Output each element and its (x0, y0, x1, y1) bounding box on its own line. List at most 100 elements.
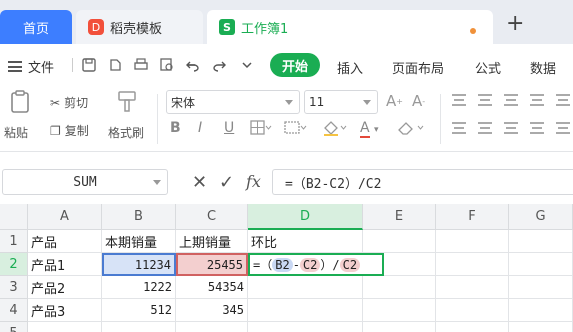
tab-insert[interactable]: 插入 (337, 58, 363, 77)
cell-f2[interactable] (436, 253, 509, 276)
format-painter-icon[interactable] (116, 90, 138, 114)
cut-button[interactable]: ✂ 剪切 (50, 94, 88, 111)
insert-function-icon[interactable]: fx (246, 172, 261, 191)
new-tab-plus-icon[interactable]: + (506, 13, 524, 35)
font-size-select[interactable]: 11 (304, 90, 378, 114)
tab-template[interactable]: D 稻壳模板 (76, 10, 203, 44)
cell-g3[interactable] (509, 276, 573, 299)
cell-f1[interactable] (436, 230, 509, 253)
cell-c4[interactable]: 345 (176, 299, 248, 322)
tab-data[interactable]: 数据 (530, 58, 556, 77)
column-header-g[interactable]: G (509, 204, 573, 230)
cell-style-icon[interactable] (284, 120, 308, 140)
justify-icon[interactable] (530, 122, 544, 134)
paste-button[interactable]: 粘贴 (4, 124, 28, 141)
font-color-button[interactable]: A ▾ (360, 120, 379, 138)
cell-c3[interactable]: 54354 (176, 276, 248, 299)
underline-button[interactable]: U (224, 120, 234, 136)
italic-button[interactable]: I (198, 120, 202, 136)
redo-icon[interactable] (210, 56, 228, 74)
cell-d2-editing[interactable]: =（ B2 - C2 ）/ C2 (248, 253, 384, 276)
cell-e5[interactable] (363, 322, 436, 332)
cell-f5[interactable] (436, 322, 509, 332)
column-header-f[interactable]: F (436, 204, 509, 230)
cell-g4[interactable] (509, 299, 573, 322)
cell-e1[interactable] (363, 230, 436, 253)
print-icon[interactable] (132, 56, 150, 74)
cell-a2[interactable]: 产品1 (28, 253, 102, 276)
cell-b2[interactable]: 11234 (102, 253, 176, 276)
row-header-2[interactable]: 2 (0, 253, 28, 276)
cancel-x-icon[interactable]: ✕ (192, 172, 207, 193)
column-header-d[interactable]: D (248, 204, 363, 230)
indent-icon[interactable] (530, 94, 544, 106)
cell-b1[interactable]: 本期销量 (102, 230, 176, 253)
undo-icon[interactable] (184, 56, 202, 74)
formula-input[interactable]: =（B2-C2）/C2 (272, 169, 573, 195)
cell-a5[interactable] (28, 322, 102, 332)
save-icon[interactable] (80, 56, 98, 74)
tab-start[interactable]: 开始 (270, 53, 320, 77)
align-right-icon[interactable] (504, 122, 518, 134)
print-preview-icon[interactable] (158, 56, 176, 74)
cell-f3[interactable] (436, 276, 509, 299)
border-icon[interactable] (250, 120, 272, 140)
cell-e2[interactable] (384, 253, 436, 276)
font-color-label: A (360, 120, 370, 138)
cell-e3[interactable] (363, 276, 436, 299)
row-header-5[interactable]: 5 (0, 322, 28, 332)
fill-color-icon[interactable] (322, 120, 348, 140)
paste-icon[interactable] (8, 90, 32, 114)
row-header-4[interactable]: 4 (0, 299, 28, 322)
cell-a3[interactable]: 产品2 (28, 276, 102, 299)
column-header-b[interactable]: B (102, 204, 176, 230)
cell-c1[interactable]: 上期销量 (176, 230, 248, 253)
cell-a1[interactable]: 产品 (28, 230, 102, 253)
row-header-1[interactable]: 1 (0, 230, 28, 253)
cell-d1[interactable]: 环比 (248, 230, 363, 253)
edit-ref-c2: C2 (299, 257, 321, 272)
decrease-font-icon[interactable]: A- (412, 92, 425, 110)
tab-home[interactable]: 首页 (0, 10, 72, 44)
row-header-3[interactable]: 3 (0, 276, 28, 299)
cell-d4[interactable] (248, 299, 363, 322)
cell-d3[interactable] (248, 276, 363, 299)
bold-button[interactable]: B (170, 120, 181, 136)
cell-d5[interactable] (248, 322, 363, 332)
align-bottom-icon[interactable] (504, 94, 518, 106)
column-header-e[interactable]: E (363, 204, 436, 230)
cell-g1[interactable] (509, 230, 573, 253)
copy-button[interactable]: ❐ 复制 (50, 122, 89, 139)
cell-b4[interactable]: 512 (102, 299, 176, 322)
cell-f4[interactable] (436, 299, 509, 322)
column-header-a[interactable]: A (28, 204, 102, 230)
tab-page-layout[interactable]: 页面布局 (392, 58, 444, 77)
export-icon[interactable] (106, 56, 124, 74)
select-all-corner[interactable] (0, 204, 28, 230)
align-left-icon[interactable] (452, 122, 466, 134)
format-painter-button[interactable]: 格式刷 (108, 124, 144, 141)
cell-c5[interactable] (176, 322, 248, 332)
eraser-icon[interactable] (396, 120, 426, 140)
more-chevron-down-icon[interactable] (238, 56, 256, 74)
cell-g2[interactable] (509, 253, 573, 276)
align-center-icon[interactable] (478, 122, 492, 134)
cell-e4[interactable] (363, 299, 436, 322)
file-menu[interactable]: 文件 (8, 57, 54, 76)
tab-formula[interactable]: 公式 (475, 58, 501, 77)
align-middle-icon[interactable] (478, 94, 492, 106)
indent-more-icon[interactable] (556, 94, 570, 106)
cell-g5[interactable] (509, 322, 573, 332)
distribute-icon[interactable] (556, 122, 570, 134)
confirm-check-icon[interactable]: ✓ (219, 172, 234, 193)
align-top-icon[interactable] (452, 94, 466, 106)
increase-font-icon[interactable]: A + (386, 92, 403, 110)
font-name-select[interactable]: 宋体 (166, 90, 300, 114)
column-header-c[interactable]: C (176, 204, 248, 230)
cell-b5[interactable] (102, 322, 176, 332)
cell-b3[interactable]: 1222 (102, 276, 176, 299)
cell-a4[interactable]: 产品3 (28, 299, 102, 322)
name-box[interactable]: SUM (2, 169, 168, 195)
cell-c2[interactable]: 25455 (176, 253, 248, 276)
tab-workbook[interactable]: S 工作簿1 (207, 10, 493, 44)
